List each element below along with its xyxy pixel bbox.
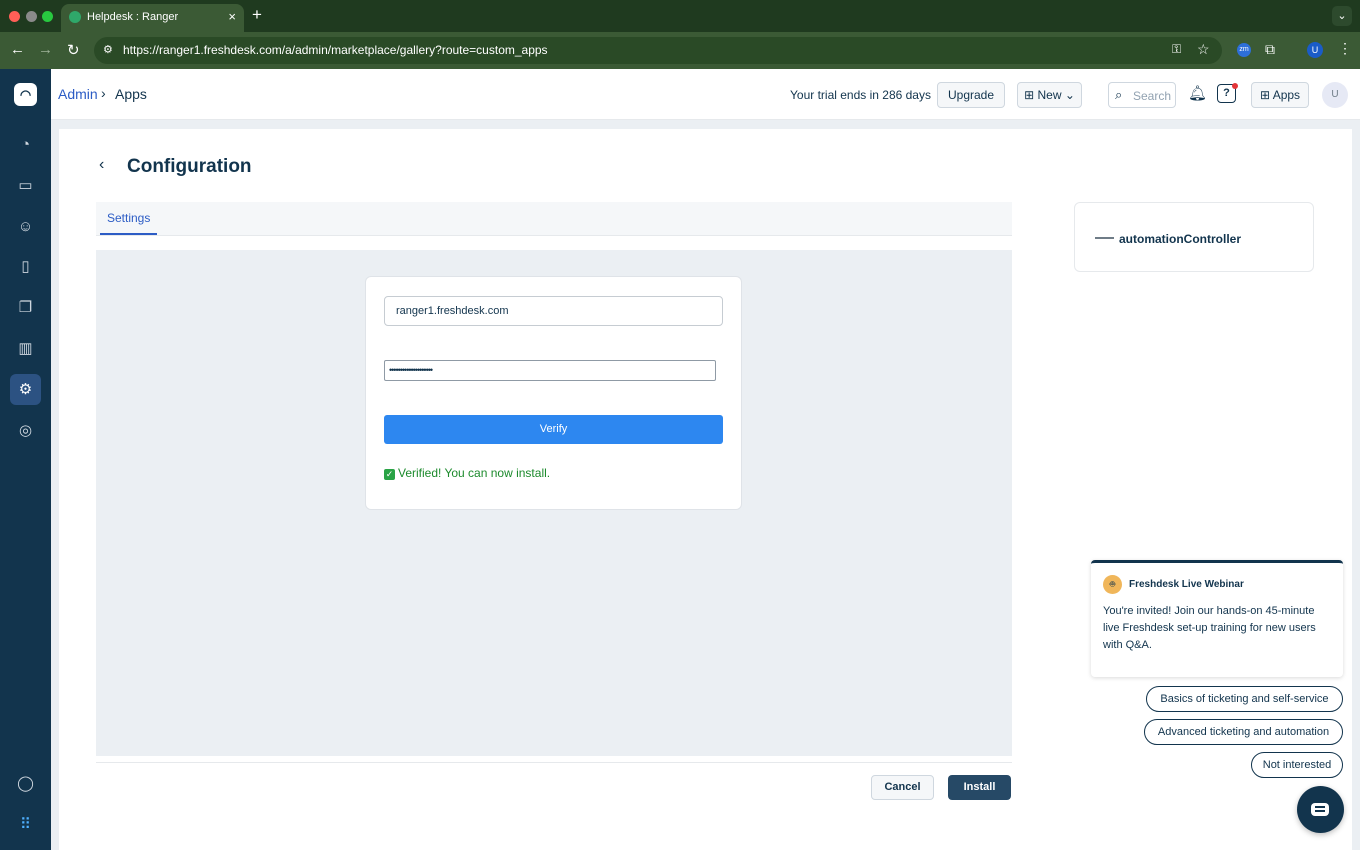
config-tabs: Settings (96, 202, 1012, 236)
forward-arrow-icon[interactable]: → (38, 41, 53, 58)
app-info-card: automationController (1074, 202, 1314, 272)
breadcrumb-chevron-icon: › (101, 85, 106, 101)
search-placeholder: Search (1133, 89, 1172, 103)
app-name: automationController (1119, 232, 1241, 246)
tab-close-icon[interactable]: × (228, 9, 236, 24)
knowledge-base-icon[interactable]: ▯ (10, 251, 41, 282)
window-close-dot[interactable] (9, 11, 20, 22)
api-key-field[interactable]: •••••••••••••••••••• (384, 360, 716, 381)
browser-tab-title: Helpdesk : Ranger (87, 11, 179, 23)
webinar-option-advanced[interactable]: Advanced ticketing and automation (1144, 719, 1343, 745)
help-notification-dot (1232, 83, 1238, 89)
admin-settings-icon[interactable]: ⚙ (10, 374, 41, 405)
back-chevron-icon[interactable]: ‹ (99, 156, 104, 174)
verified-message: Verified! You can now install. (398, 466, 551, 480)
breadcrumb-admin-link[interactable]: Admin (58, 86, 98, 102)
browser-toolbar: ← → ↻ ⚙ https://ranger1.freshdesk.com/a/… (0, 32, 1360, 69)
verified-status: ✓ Verified! You can now install. (384, 466, 550, 480)
notifications-bell-icon[interactable]: 🔔︎ (1188, 84, 1207, 102)
chat-bubble-icon (1311, 803, 1329, 816)
reload-icon[interactable]: ↻ (67, 41, 80, 59)
freshdesk-favicon-icon (69, 11, 81, 23)
forums-icon[interactable]: ❐ (10, 292, 41, 323)
app-sidebar: ◠ ◔ ▭ ☺ ▯ ❐ ▥ ⚙ ◎ ◯ ⠿ (0, 69, 51, 850)
browser-profile-avatar[interactable]: U (1307, 42, 1323, 58)
webinar-message-card: 🤖︎ Freshdesk Live Webinar You're invited… (1091, 560, 1343, 677)
webinar-option-basics[interactable]: Basics of ticketing and self-service (1146, 686, 1343, 712)
apps-button-label: Apps (1272, 88, 1301, 102)
window-maximize-dot[interactable] (42, 11, 53, 22)
webinar-message: You're invited! Join our hands-on 45-min… (1103, 605, 1316, 651)
new-plus-icon: ⊞ (1024, 88, 1035, 102)
back-arrow-icon[interactable]: ← (10, 41, 25, 58)
password-key-icon[interactable]: ⚿ (1172, 42, 1181, 57)
reports-icon[interactable]: ▥ (10, 333, 41, 364)
chevron-down-icon: ⌄ (1064, 88, 1075, 102)
tab-settings[interactable]: Settings (100, 202, 158, 235)
site-settings-icon[interactable]: ⚙ (103, 43, 113, 56)
settings-card: ranger1.freshdesk.com ••••••••••••••••••… (365, 276, 742, 510)
browser-menu-icon[interactable]: ⋮ (1338, 40, 1352, 57)
extensions-puzzle-icon[interactable]: ⧉ (1265, 41, 1275, 58)
search-icon: ⌕ (1115, 87, 1123, 102)
apps-grid-icon: ⊞ (1259, 88, 1271, 102)
webinar-bot-avatar-icon: 🤖︎ (1103, 575, 1122, 594)
freshdesk-logo-icon[interactable]: ◠ (14, 83, 37, 106)
user-avatar[interactable]: U (1322, 82, 1348, 108)
upgrade-button[interactable]: Upgrade (937, 82, 1005, 108)
window-minimize-dot[interactable] (26, 11, 37, 22)
zoom-extension-icon[interactable]: zm (1237, 43, 1251, 57)
breadcrumb-apps: Apps (115, 86, 147, 102)
trial-status-text: Your trial ends in 286 days (790, 88, 931, 102)
new-tab-icon[interactable]: + (252, 5, 262, 25)
install-button[interactable]: Install (948, 775, 1011, 800)
top-header: Admin › Apps Your trial ends in 286 days… (51, 69, 1360, 120)
page-title: Configuration (127, 156, 252, 177)
footer-divider (96, 762, 1012, 763)
chat-launcher-button[interactable] (1297, 786, 1344, 833)
app-switcher-icon[interactable]: ⠿ (10, 809, 41, 840)
check-mark-icon: ✓ (384, 469, 395, 480)
apps-button[interactable]: ⊞ Apps (1251, 82, 1309, 108)
freddy-ai-icon[interactable]: ◎ (10, 415, 41, 446)
webinar-title: Freshdesk Live Webinar (1129, 579, 1244, 590)
domain-field[interactable]: ranger1.freshdesk.com (384, 296, 723, 326)
verify-button[interactable]: Verify (384, 415, 723, 444)
contacts-icon[interactable]: ☺ (10, 211, 41, 242)
webinar-option-not-interested[interactable]: Not interested (1251, 752, 1343, 778)
settings-panel: ranger1.freshdesk.com ••••••••••••••••••… (96, 250, 1012, 756)
address-bar[interactable]: ⚙ https://ranger1.freshdesk.com/a/admin/… (94, 37, 1222, 64)
app-logo-icon (1095, 237, 1114, 239)
new-button[interactable]: ⊞ New ⌄ (1017, 82, 1082, 108)
browser-tab-strip: Helpdesk : Ranger × + ⌄ (0, 0, 1360, 32)
chat-support-icon[interactable]: ◯ (10, 768, 41, 799)
browser-tab[interactable]: Helpdesk : Ranger × (61, 4, 244, 32)
bookmark-star-icon[interactable]: ☆ (1197, 41, 1210, 58)
tab-search-chevron-icon[interactable]: ⌄ (1332, 6, 1352, 26)
search-input[interactable]: ⌕ Search (1108, 82, 1176, 108)
new-button-label: New (1037, 88, 1062, 102)
url-text[interactable]: https://ranger1.freshdesk.com/a/admin/ma… (123, 43, 548, 57)
tickets-icon[interactable]: ▭ (10, 170, 41, 201)
cancel-button[interactable]: Cancel (871, 775, 934, 800)
dashboard-icon[interactable]: ◔ (10, 129, 41, 160)
